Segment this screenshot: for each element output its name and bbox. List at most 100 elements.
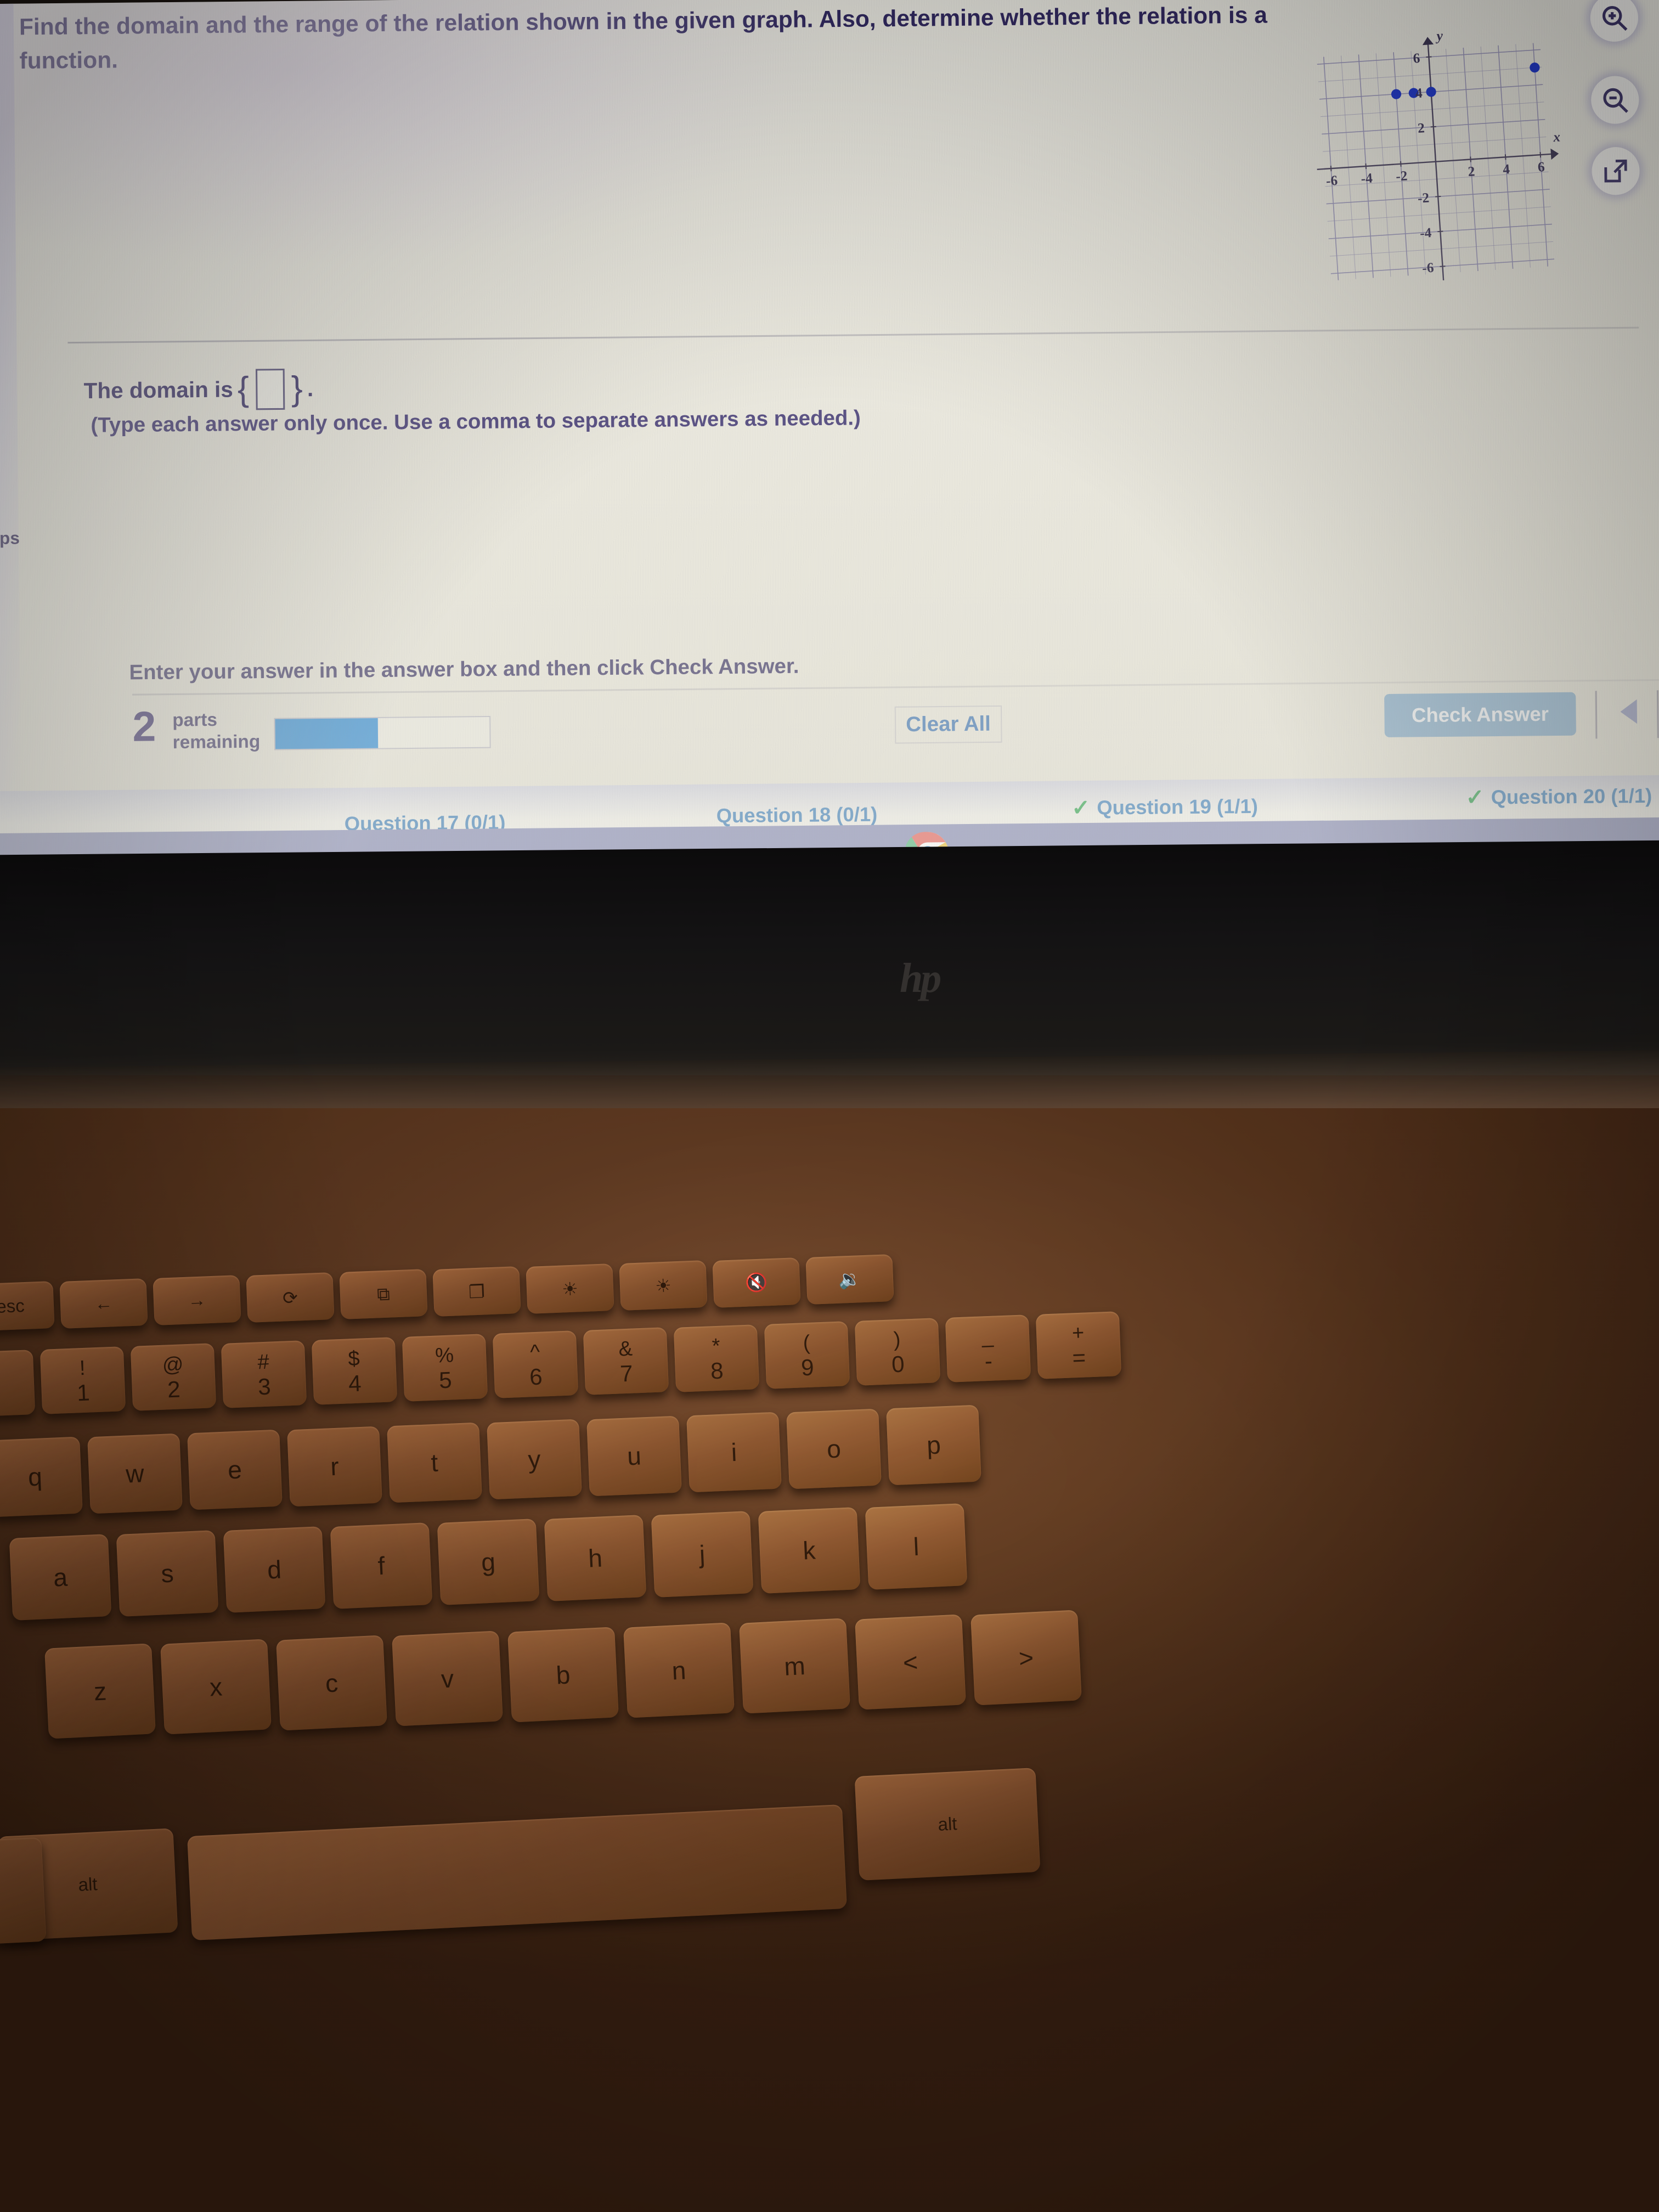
- key-h[interactable]: h: [544, 1514, 647, 1602]
- svg-text:-4: -4: [1419, 225, 1432, 241]
- key-ctrl-left[interactable]: [0, 1837, 47, 1948]
- key-alt-right[interactable]: alt: [854, 1768, 1041, 1881]
- key-j[interactable]: j: [651, 1510, 754, 1598]
- course-sidebar: cs ary s Tips ss ols: [0, 314, 78, 870]
- key-u[interactable]: u: [586, 1415, 682, 1497]
- key-x[interactable]: x: [160, 1639, 272, 1735]
- parts-remaining-count: 2: [132, 703, 156, 751]
- laptop-screen: Find the domain and the range of the rel…: [0, 0, 1659, 871]
- key-label: b: [555, 1660, 571, 1689]
- key-sup: ): [893, 1328, 901, 1352]
- key-label: i: [730, 1437, 738, 1467]
- sidebar-item-label: s Tips: [0, 528, 20, 549]
- key-0[interactable]: ) 0: [854, 1318, 941, 1386]
- key-r[interactable]: r: [287, 1426, 382, 1507]
- key-label: y: [527, 1444, 541, 1474]
- key-back[interactable]: ←: [59, 1278, 148, 1329]
- sidebar-item-3[interactable]: ss: [0, 572, 76, 593]
- key-sub: 4: [348, 1370, 362, 1397]
- key-q[interactable]: q: [0, 1436, 83, 1517]
- key-y[interactable]: y: [487, 1419, 582, 1500]
- domain-answer-input[interactable]: [255, 368, 285, 410]
- data-point-3: [1530, 62, 1540, 73]
- key-w[interactable]: w: [87, 1433, 183, 1514]
- clear-all-button[interactable]: Clear All: [894, 705, 1002, 744]
- question-tab-2[interactable]: ✓ Question 19 (1/1): [1071, 793, 1258, 821]
- zoom-in-icon[interactable]: [1590, 0, 1639, 42]
- key-e[interactable]: e: [187, 1429, 283, 1510]
- key-4[interactable]: $4: [311, 1336, 398, 1405]
- key-a[interactable]: a: [9, 1533, 112, 1621]
- key-equals[interactable]: + =: [1035, 1311, 1122, 1380]
- key-space[interactable]: [187, 1804, 847, 1941]
- key-6[interactable]: ^ 6: [492, 1330, 579, 1399]
- key-label: >: [1018, 1643, 1035, 1673]
- key-7[interactable]: & 7: [583, 1327, 669, 1396]
- sidebar-item-1[interactable]: ary: [0, 497, 75, 518]
- key-fullscreen[interactable]: ⧉: [339, 1269, 428, 1320]
- sidebar-item-4[interactable]: ols: [0, 656, 76, 676]
- key-label: l: [912, 1532, 920, 1561]
- key-minus[interactable]: _ -: [945, 1314, 1031, 1383]
- divider-top: [67, 326, 1639, 344]
- key-9[interactable]: (9: [764, 1321, 850, 1389]
- key-comma[interactable]: <: [855, 1614, 966, 1710]
- svg-text:4: 4: [1502, 161, 1510, 177]
- key-sub: 9: [800, 1354, 815, 1381]
- key-3[interactable]: #3: [221, 1340, 307, 1408]
- key-z[interactable]: z: [44, 1643, 156, 1739]
- key-v[interactable]: v: [392, 1630, 503, 1726]
- key-label: x: [208, 1672, 223, 1702]
- key-k[interactable]: k: [758, 1506, 861, 1594]
- key-brightness-up[interactable]: ☀: [619, 1260, 708, 1311]
- key-sub: -: [984, 1347, 993, 1374]
- key-i[interactable]: i: [686, 1412, 782, 1493]
- key-overview[interactable]: ❐: [432, 1266, 521, 1317]
- key-b[interactable]: b: [507, 1626, 619, 1723]
- key-period[interactable]: >: [970, 1610, 1082, 1706]
- key-n[interactable]: n: [623, 1622, 735, 1718]
- key-f[interactable]: f: [330, 1522, 433, 1610]
- key-5[interactable]: % 5: [402, 1334, 488, 1402]
- key-sub: 1: [76, 1379, 91, 1406]
- key-brightness-down[interactable]: ☀: [526, 1263, 614, 1314]
- key-o[interactable]: o: [786, 1408, 882, 1489]
- key-t[interactable]: t: [387, 1422, 482, 1503]
- key-8[interactable]: * 8: [673, 1324, 760, 1392]
- key-esc[interactable]: esc: [0, 1280, 55, 1332]
- key-s[interactable]: s: [116, 1530, 219, 1617]
- key-backtick[interactable]: ~`: [0, 1350, 36, 1418]
- key-forward[interactable]: →: [153, 1275, 241, 1326]
- key-g[interactable]: g: [437, 1518, 540, 1606]
- key-label: ⧉: [376, 1283, 391, 1305]
- key-label: alt: [77, 1874, 98, 1895]
- key-mute[interactable]: 🔇: [712, 1257, 801, 1308]
- data-point-0: [1391, 89, 1402, 99]
- data-point-2: [1426, 87, 1436, 97]
- check-answer-button[interactable]: Check Answer: [1384, 692, 1576, 737]
- expand-icon[interactable]: [1592, 146, 1640, 195]
- key-1[interactable]: ! 1: [40, 1346, 126, 1415]
- key-2[interactable]: @2: [130, 1343, 217, 1412]
- key-l[interactable]: l: [865, 1503, 968, 1590]
- key-c[interactable]: c: [276, 1635, 387, 1731]
- zoom-out-icon[interactable]: [1590, 76, 1639, 125]
- key-p[interactable]: p: [886, 1404, 981, 1486]
- question-tab-3[interactable]: ✓ Question 20 (1/1): [1465, 783, 1652, 810]
- brace-close: }: [291, 369, 303, 408]
- key-volume-down[interactable]: 🔉: [805, 1254, 894, 1305]
- key-label: g: [481, 1547, 496, 1577]
- sidebar-item-0[interactable]: cs: [0, 336, 74, 357]
- answer-instruction: Enter your answer in the answer box and …: [129, 654, 799, 685]
- key-sub: 7: [619, 1360, 634, 1387]
- key-m[interactable]: m: [739, 1618, 850, 1714]
- question-tab-1[interactable]: Question 18 (0/1): [716, 803, 878, 827]
- triangle-left-icon[interactable]: [1620, 699, 1638, 724]
- svg-text:-2: -2: [1395, 168, 1408, 184]
- key-d[interactable]: d: [223, 1526, 326, 1613]
- sidebar-item-2[interactable]: s Tips: [0, 528, 75, 549]
- hp-logo: hp: [900, 955, 941, 1001]
- key-reload[interactable]: ⟳: [246, 1272, 335, 1323]
- key-label: j: [698, 1539, 706, 1569]
- brace-open: {: [237, 370, 250, 409]
